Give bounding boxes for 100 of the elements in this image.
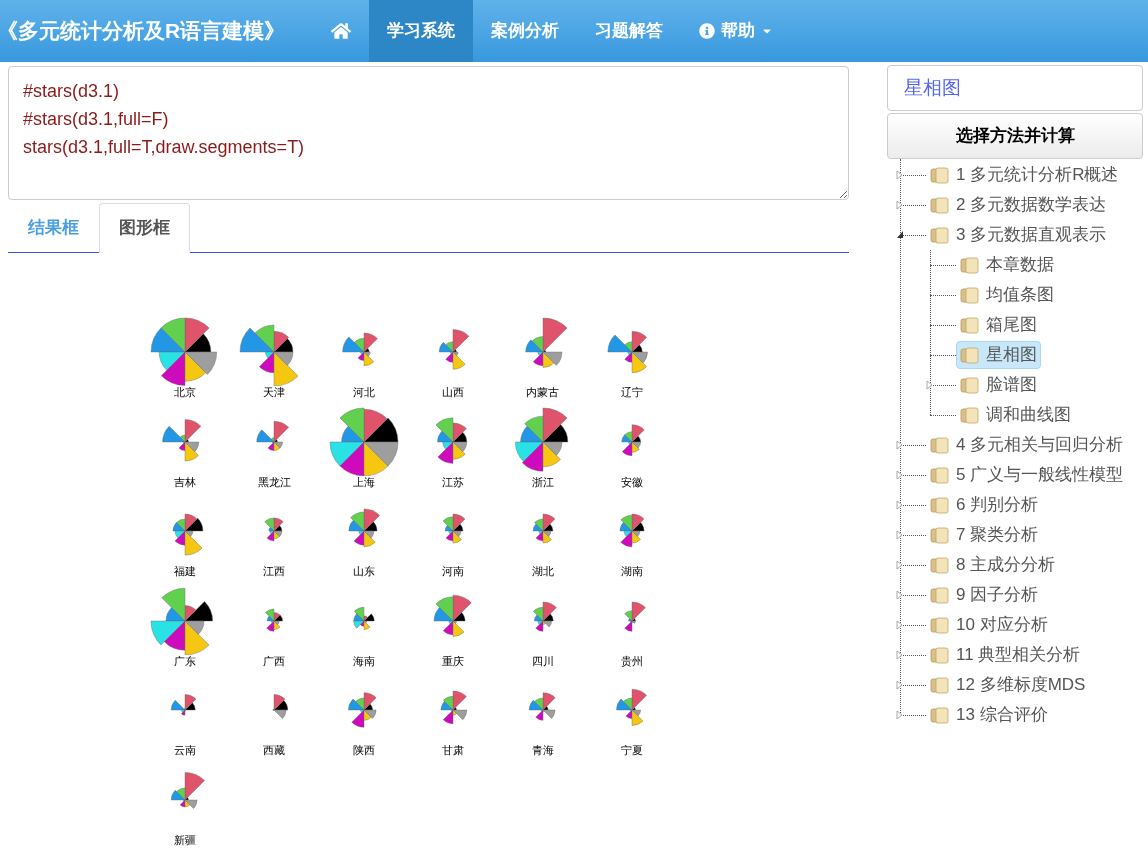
tree-item[interactable]: 13 综合评价 bbox=[926, 701, 1052, 729]
folder-icon bbox=[930, 616, 950, 634]
tree-item[interactable]: 2 多元数据数学表达 bbox=[926, 191, 1111, 219]
tab[interactable]: 图形框 bbox=[99, 203, 190, 253]
folder-icon bbox=[930, 646, 950, 664]
folder-icon bbox=[930, 586, 950, 604]
folder-icon bbox=[930, 556, 950, 574]
star-segment-drawing bbox=[443, 513, 466, 544]
star-segment-drawing bbox=[172, 513, 203, 556]
star-segment-drawing bbox=[150, 587, 213, 655]
province-label: 江苏 bbox=[441, 475, 466, 488]
tree-item[interactable]: 均值条图 bbox=[956, 281, 1058, 309]
province-label: 青海 bbox=[530, 744, 555, 756]
current-method-field[interactable]: 星相图 bbox=[887, 65, 1143, 111]
province-label: 内蒙古 bbox=[525, 386, 561, 398]
expander-icon[interactable] bbox=[896, 440, 904, 450]
star-segment-drawing bbox=[329, 407, 398, 476]
tree-item[interactable]: 调和曲线图 bbox=[956, 401, 1075, 429]
tree-item[interactable]: 8 主成分分析 bbox=[926, 551, 1060, 579]
province-label: 吉林 bbox=[172, 475, 197, 488]
tree-item[interactable]: 1 多元统计分析R概述 bbox=[926, 161, 1123, 189]
province-label: 辽宁 bbox=[620, 386, 645, 398]
star-segment-drawing bbox=[353, 606, 375, 630]
star-segment-drawing bbox=[434, 594, 472, 637]
star-segment-drawing bbox=[264, 517, 284, 542]
tree-item[interactable]: 10 对应分析 bbox=[926, 611, 1052, 639]
folder-icon bbox=[930, 496, 950, 514]
province-label: 广东 bbox=[172, 654, 197, 667]
province-label: 安徽 bbox=[620, 475, 645, 488]
province-label: 重庆 bbox=[441, 654, 466, 667]
province-label: 陕西 bbox=[351, 744, 376, 756]
info-icon bbox=[699, 23, 716, 39]
star-segment-drawing bbox=[528, 692, 556, 721]
folder-icon bbox=[930, 226, 950, 244]
tree-item[interactable]: 3 多元数据直观表示 bbox=[926, 221, 1111, 249]
star-segment-drawing bbox=[342, 332, 378, 366]
tree-item[interactable]: 箱尾图 bbox=[956, 311, 1041, 339]
tree-item[interactable]: 脸谱图 bbox=[956, 371, 1041, 399]
expander-icon[interactable] bbox=[896, 680, 904, 690]
expander-icon[interactable] bbox=[896, 590, 904, 600]
province-label: 湖南 bbox=[620, 565, 645, 577]
expander-icon[interactable] bbox=[896, 470, 904, 480]
star-segment-drawing bbox=[170, 694, 196, 716]
star-segment-drawing bbox=[150, 317, 217, 386]
province-label: 福建 bbox=[172, 565, 197, 577]
expander-icon[interactable] bbox=[896, 560, 904, 570]
folder-icon bbox=[930, 166, 950, 184]
tree-item[interactable]: 7 聚类分析 bbox=[926, 521, 1043, 549]
folder-icon bbox=[960, 346, 980, 364]
compute-button[interactable]: 选择方法并计算 bbox=[887, 113, 1143, 159]
star-segment-drawing bbox=[532, 601, 557, 632]
province-label: 山东 bbox=[351, 565, 376, 577]
tree-item[interactable]: 11 典型相关分析 bbox=[926, 641, 1085, 669]
star-segment-drawing bbox=[162, 418, 201, 461]
folder-icon bbox=[930, 466, 950, 484]
star-segment-drawing bbox=[441, 690, 468, 724]
folder-icon bbox=[930, 706, 950, 724]
folder-icon bbox=[930, 526, 950, 544]
folder-icon bbox=[960, 406, 980, 424]
expander-icon[interactable] bbox=[896, 710, 904, 720]
province-label: 四川 bbox=[530, 654, 555, 667]
home-icon bbox=[331, 21, 352, 41]
province-label: 河南 bbox=[441, 565, 466, 577]
province-label: 湖北 bbox=[530, 565, 555, 577]
folder-icon bbox=[930, 676, 950, 694]
province-label: 云南 bbox=[172, 744, 197, 756]
expander-icon[interactable] bbox=[896, 230, 904, 240]
tree-item[interactable]: 5 广义与一般线性模型 bbox=[926, 461, 1128, 489]
star-segment-drawing bbox=[273, 694, 289, 719]
tree-item[interactable]: 9 因子分析 bbox=[926, 581, 1043, 609]
tree-item[interactable]: 星相图 bbox=[956, 341, 1041, 369]
province-label: 黑龙江 bbox=[256, 475, 292, 488]
star-segment-drawing bbox=[348, 508, 380, 548]
star-segment-drawing bbox=[265, 608, 284, 632]
province-label: 新疆 bbox=[172, 833, 197, 846]
star-segment-drawing bbox=[624, 601, 646, 632]
expander-icon[interactable] bbox=[896, 500, 904, 510]
tree-item[interactable]: 本章数据 bbox=[956, 251, 1058, 279]
code-editor[interactable]: #stars(d3.1) #stars(d3.1,full=F) stars(d3.1,full=T,draw.segments=T) bbox=[8, 66, 849, 200]
folder-icon bbox=[960, 316, 980, 334]
expander-icon[interactable] bbox=[926, 380, 934, 390]
star-segment-drawing bbox=[532, 513, 555, 544]
star-segment-drawing bbox=[439, 329, 470, 370]
expander-icon[interactable] bbox=[896, 620, 904, 630]
expander-icon[interactable] bbox=[896, 530, 904, 540]
tree-item[interactable]: 6 判别分析 bbox=[926, 491, 1043, 519]
star-segment-drawing bbox=[240, 324, 299, 387]
province-label: 甘肃 bbox=[441, 744, 466, 756]
expander-icon[interactable] bbox=[896, 170, 904, 180]
expander-icon[interactable] bbox=[896, 650, 904, 660]
province-label: 西藏 bbox=[262, 744, 287, 756]
tree-item[interactable]: 12 多维标度MDS bbox=[926, 671, 1090, 699]
province-label: 浙江 bbox=[530, 475, 555, 488]
star-segment-drawing bbox=[621, 424, 645, 456]
expander-icon[interactable] bbox=[896, 200, 904, 210]
nav-link[interactable]: 学习系统 bbox=[369, 0, 474, 62]
star-segment-drawing bbox=[170, 771, 205, 809]
province-label: 山西 bbox=[441, 386, 466, 398]
folder-icon bbox=[930, 436, 950, 454]
tree-item[interactable]: 4 多元相关与回归分析 bbox=[926, 431, 1128, 459]
